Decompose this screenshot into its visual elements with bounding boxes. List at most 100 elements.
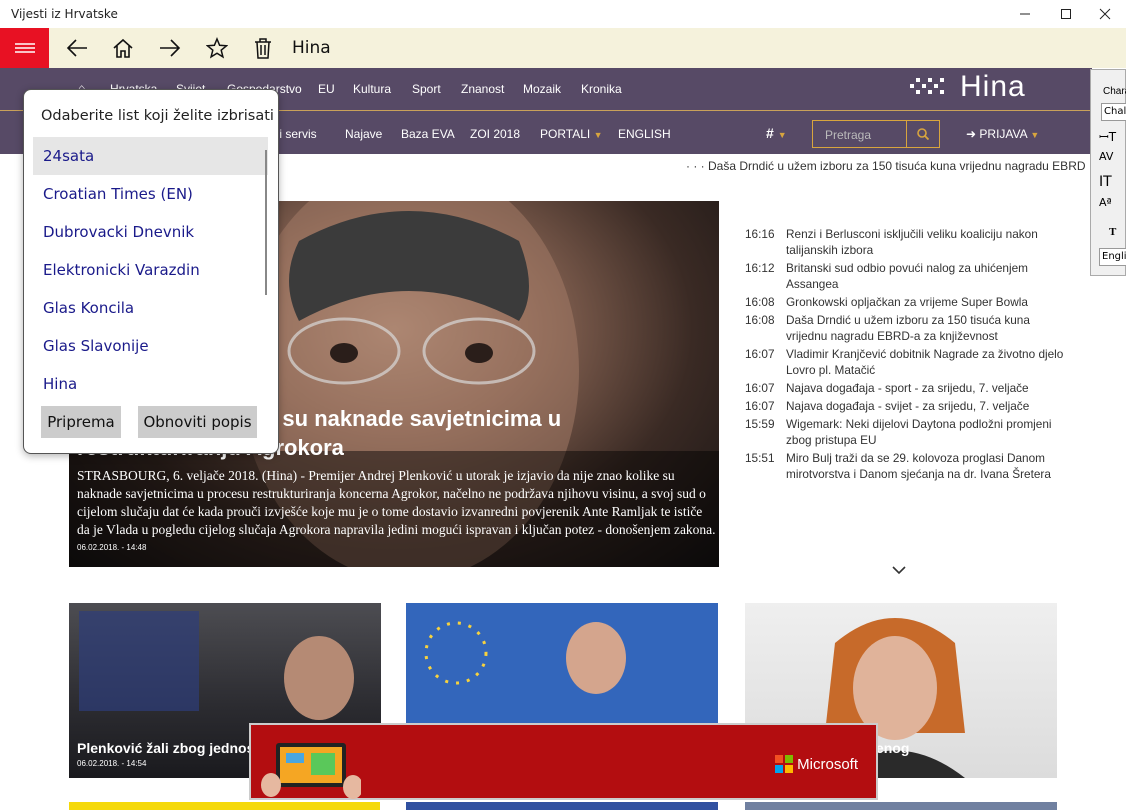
hina-logo[interactable]: Hina	[908, 70, 1048, 104]
favorite-button[interactable]	[194, 28, 240, 68]
news-time: 16:07	[745, 347, 775, 361]
brand-label: Microsoft	[797, 755, 858, 773]
list-item[interactable]: 24sata	[33, 137, 268, 175]
list-item[interactable]: 16:08 Daša Drndić u užem izboru za 150 ti…	[745, 312, 1065, 344]
portali-label: PORTALI	[540, 127, 591, 141]
news-title[interactable]: Vladimir Kranjčević dobitnik Nagrade za …	[786, 346, 1065, 378]
news-title[interactable]: Najava događaja - svijet - za srijedu, 7…	[786, 398, 1029, 414]
hero-summary: STRASBOURG, 6. veljače 2018. (Hina) - Pr…	[77, 468, 716, 537]
hamburger-menu-button[interactable]	[0, 28, 49, 68]
font-select-value: Chal	[1104, 106, 1126, 117]
list-item[interactable]: Croatian Times (EN)	[33, 175, 268, 213]
card-date: 06.02.2018. - 14:54	[77, 759, 147, 768]
list-item[interactable]: 16:07 Najava događaja - svijet - za srije…	[745, 398, 1065, 414]
trash-icon	[255, 38, 271, 59]
refresh-list-button[interactable]: Obnoviti popis	[138, 406, 257, 438]
nav-link-baza-eva[interactable]: Baza EVA	[401, 127, 455, 141]
list-item[interactable]: Dubrovacki Dnevnik	[33, 213, 268, 251]
star-icon	[206, 37, 228, 59]
window-title: Vijesti iz Hrvatske	[11, 7, 118, 21]
hamburger-icon	[14, 43, 35, 53]
nav-link-najave[interactable]: Najave	[345, 127, 382, 141]
delete-button[interactable]	[240, 28, 286, 68]
news-title[interactable]: Daša Drndić u užem izboru za 150 tisuća …	[786, 312, 1065, 344]
list-item[interactable]: 15:51 Miro Bulj traži da se 29. kolovoza …	[745, 450, 1065, 482]
news-time: 16:08	[745, 313, 775, 327]
search-input[interactable]: Pretraga	[825, 128, 871, 142]
caret-down-icon: ▼	[1030, 130, 1040, 140]
news-time: 16:07	[745, 381, 775, 395]
nav-link-eu[interactable]: EU	[318, 82, 335, 96]
advertisement-banner[interactable]: Microsoft	[249, 723, 878, 800]
news-time: 16:12	[745, 261, 775, 275]
language-select[interactable]: Engli	[1099, 248, 1126, 266]
nav-link-english[interactable]: ENGLISH	[618, 127, 671, 141]
nav-link-kronika[interactable]: Kronika	[581, 82, 622, 96]
font-select[interactable]: Chal	[1101, 103, 1126, 121]
delete-source-dialog: Odaberite list koji želite izbrisati 24s…	[23, 89, 279, 454]
news-time: 15:51	[745, 451, 775, 465]
arrow-left-icon	[66, 39, 87, 57]
login-link[interactable]: ➜ PRIJAVA ▼	[966, 127, 1039, 141]
news-time: 15:59	[745, 417, 775, 431]
list-item[interactable]: Hina	[33, 365, 268, 403]
news-title[interactable]: Najava događaja - sport - za srijedu, 7.…	[786, 380, 1029, 396]
nav-link-sport[interactable]: Sport	[412, 82, 441, 96]
hashtag-menu[interactable]: # ▼	[766, 125, 787, 141]
search-icon	[917, 128, 929, 140]
close-button[interactable]	[1082, 2, 1126, 26]
panel-label: Chara	[1103, 86, 1126, 97]
latest-news-list: 16:16 Renzi i Berlusconi isključili velik…	[745, 226, 1065, 484]
list-item[interactable]: 16:12 Britanski sud odbio povući nalog za…	[745, 260, 1065, 292]
search-button[interactable]	[906, 121, 939, 147]
list-item[interactable]: 15:59 Wigemark: Neki dijelovi Daytona pod…	[745, 416, 1065, 448]
page-title: Hina	[292, 38, 331, 58]
microsoft-logo-icon	[775, 755, 794, 773]
app-bar: Hina	[0, 28, 1126, 68]
news-title[interactable]: Britanski sud odbio povući nalog za uhić…	[786, 260, 1065, 292]
login-icon: ➜	[966, 127, 977, 141]
news-title[interactable]: Gronkowski opljačkan za vrijeme Super Bo…	[786, 294, 1028, 310]
nav-link-mozaik[interactable]: Mozaik	[523, 82, 561, 96]
prepare-button[interactable]: Priprema	[41, 406, 121, 438]
home-icon	[113, 38, 133, 58]
search-box[interactable]: Pretraga	[812, 120, 940, 148]
bold-icon[interactable]: T	[1109, 226, 1116, 238]
font-size-icon[interactable]: ꟷT	[1099, 128, 1116, 145]
nav-link-portali[interactable]: PORTALI ▼	[540, 127, 603, 141]
tablet-image	[261, 743, 361, 799]
list-item[interactable]: 16:07 Najava događaja - sport - za srijed…	[745, 380, 1065, 396]
news-time: 16:08	[745, 295, 775, 309]
kerning-icon[interactable]: AV	[1099, 150, 1113, 163]
chevron-down-icon[interactable]	[891, 560, 907, 579]
news-time: 16:07	[745, 399, 775, 413]
nav-link-zoi-2018[interactable]: ZOI 2018	[470, 127, 520, 141]
list-item[interactable]: Glas Koncila	[33, 289, 268, 327]
list-item[interactable]: Glas Slavonije	[33, 327, 268, 365]
news-title[interactable]: Renzi i Berlusconi isključili veliku koa…	[786, 226, 1065, 258]
news-title[interactable]: Miro Bulj traži da se 29. kolovoza progl…	[786, 450, 1065, 482]
list-item[interactable]: 16:08 Gronkowski opljačkan za vrijeme Sup…	[745, 294, 1065, 310]
nav-link-znanost[interactable]: Znanost	[461, 82, 504, 96]
caret-down-icon: ▼	[777, 130, 787, 140]
nav-link-kultura[interactable]: Kultura	[353, 82, 391, 96]
forward-button[interactable]	[147, 28, 193, 68]
login-label: PRIJAVA	[979, 127, 1027, 141]
news-time: 16:16	[745, 227, 775, 241]
news-title[interactable]: Wigemark: Neki dijelovi Daytona podložni…	[786, 416, 1065, 448]
list-item[interactable]: Elektronicki Varazdin	[33, 251, 268, 289]
card-strip	[69, 802, 380, 810]
scrollbar[interactable]	[265, 150, 267, 295]
list-item[interactable]: 16:16 Renzi i Berlusconi isključili velik…	[745, 226, 1065, 258]
card-strip	[745, 802, 1057, 810]
minimize-button[interactable]	[1002, 2, 1048, 26]
back-button[interactable]	[54, 28, 100, 68]
text-height-icon[interactable]: IT	[1099, 174, 1112, 190]
character-panel: Chara Chal ꟷT AV IT Aª T Engli	[1090, 69, 1126, 276]
home-button[interactable]	[100, 28, 146, 68]
news-ticker[interactable]: · · · Daša Drndić u užem izboru za 150 t…	[686, 159, 1086, 173]
list-item[interactable]: 16:07 Vladimir Kranjčević dobitnik Nagrad…	[745, 346, 1065, 378]
baseline-icon[interactable]: Aª	[1099, 196, 1112, 209]
microsoft-brand: Microsoft	[775, 755, 858, 773]
logo-text: Hina	[960, 70, 1026, 103]
